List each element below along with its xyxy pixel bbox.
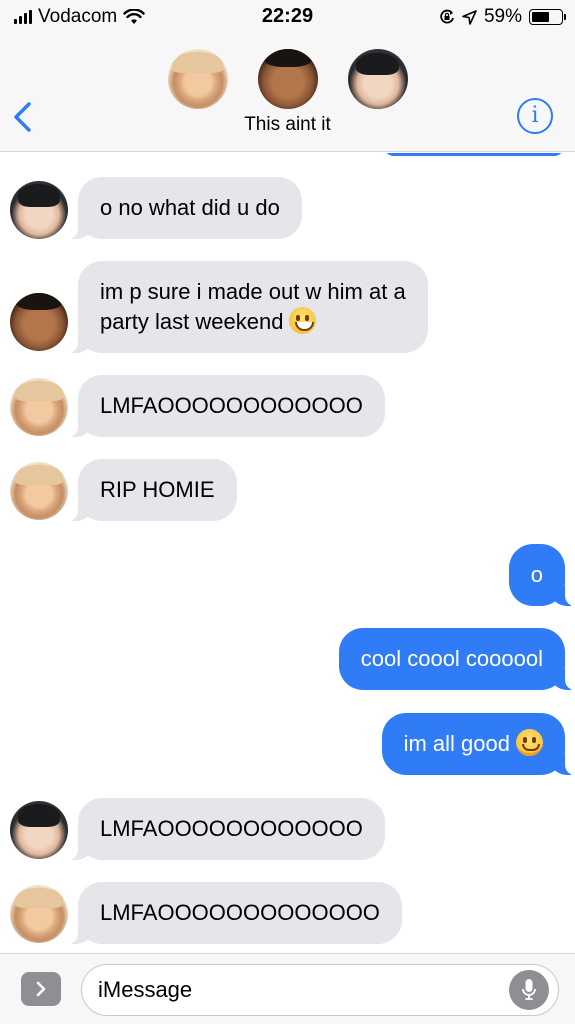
outgoing-message-bubble[interactable]: o — [508, 544, 575, 606]
battery-icon — [529, 9, 566, 25]
avatar[interactable] — [257, 49, 318, 109]
conversation-header: Vodacom 22:29 59% This aint it i — [0, 0, 575, 152]
avatar[interactable] — [167, 49, 228, 109]
location-icon — [462, 9, 477, 25]
grinning-face-icon — [289, 307, 317, 334]
message-text: party last weekend — [100, 309, 284, 334]
previous-message-bubble — [384, 153, 564, 156]
avatar[interactable] — [10, 462, 68, 520]
status-right: 59% — [439, 6, 566, 28]
message-text: LMFAOOOOOOOOOOOO — [100, 816, 363, 841]
outgoing-message-bubble[interactable]: cool coool coooool — [338, 628, 575, 690]
battery-level — [532, 12, 549, 22]
info-button[interactable]: i — [517, 98, 553, 134]
message-input-placeholder: iMessage — [98, 977, 193, 1002]
avatar[interactable] — [10, 801, 68, 859]
avatar[interactable] — [347, 49, 408, 109]
chevron-right-icon — [36, 981, 46, 997]
hugging-face-icon — [516, 729, 543, 756]
message-text: LMFAOOOOOOOOOOOO — [100, 393, 363, 418]
incoming-message-bubble[interactable]: LMFAOOOOOOOOOOOO — [68, 798, 385, 860]
message-text: LMFAOOOOOOOOOOOOO — [100, 900, 380, 925]
battery-percent: 59% — [483, 6, 522, 27]
conversation-title[interactable]: This aint it — [0, 114, 575, 136]
outgoing-message-bubble[interactable]: im all good — [381, 713, 575, 775]
group-avatars[interactable] — [0, 49, 575, 109]
message-text: cool coool coooool — [360, 646, 543, 671]
avatar[interactable] — [10, 293, 68, 351]
avatar[interactable] — [10, 885, 68, 943]
incoming-message-bubble[interactable]: LMFAOOOOOOOOOOOOO — [68, 882, 402, 944]
message-text: im p sure i made out w him at a — [100, 279, 406, 304]
orientation-lock-icon — [440, 9, 454, 24]
avatar[interactable] — [10, 378, 68, 436]
incoming-message-bubble[interactable]: RIP HOMIE — [68, 459, 237, 521]
message-text: RIP HOMIE — [100, 477, 215, 502]
dictation-button[interactable] — [509, 970, 549, 1010]
info-icon: i — [531, 103, 539, 128]
message-input[interactable]: iMessage — [81, 964, 559, 1016]
microphone-icon — [522, 979, 536, 1000]
message-text: o — [530, 562, 543, 587]
incoming-message-bubble[interactable]: LMFAOOOOOOOOOOOO — [68, 375, 385, 437]
message-text: o no what did u do — [100, 195, 280, 220]
incoming-message-bubble[interactable]: im p sure i made out w him at a party la… — [68, 261, 428, 353]
incoming-message-bubble[interactable]: o no what did u do — [68, 177, 302, 239]
status-bar: Vodacom 22:29 59% — [0, 0, 575, 34]
avatar[interactable] — [10, 181, 68, 239]
compose-bar: iMessage — [0, 953, 575, 1024]
message-text: im all good — [403, 731, 510, 756]
app-drawer-button[interactable] — [21, 972, 61, 1006]
message-thread[interactable]: o no what did u do im p sure i made out … — [0, 153, 575, 953]
